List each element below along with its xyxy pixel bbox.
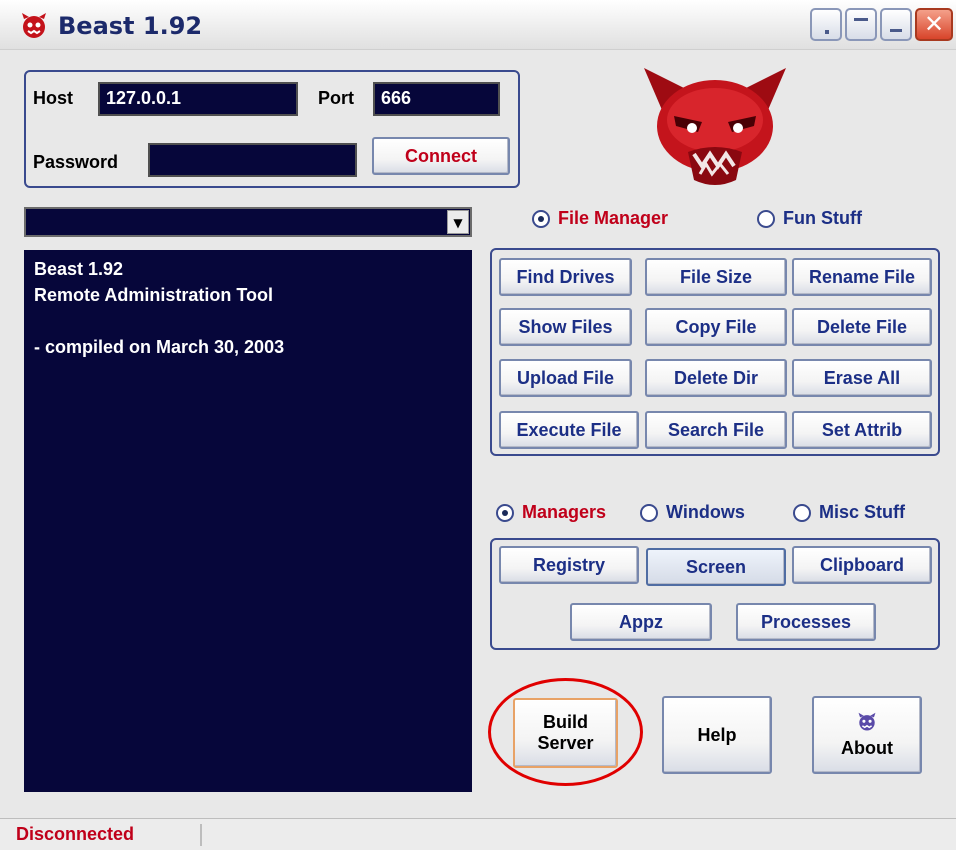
radio-misc-stuff-label: Misc Stuff <box>819 502 906 522</box>
radio-managers[interactable]: Managers <box>496 502 606 523</box>
radio-windows[interactable]: Windows <box>640 502 745 523</box>
radio-misc-stuff[interactable]: Misc Stuff <box>793 502 905 523</box>
devil-icon <box>858 712 876 731</box>
minimize-icon <box>890 29 902 32</box>
close-button[interactable]: ✕ <box>915 8 953 41</box>
radio-checked-icon <box>532 209 550 228</box>
radio-windows-label: Windows <box>666 502 745 522</box>
registry-button[interactable]: Registry <box>499 546 639 584</box>
server-select[interactable]: ▼ <box>24 207 472 237</box>
host-input[interactable]: 127.0.0.1 <box>98 82 298 116</box>
console-line: Remote Administration Tool <box>34 285 274 306</box>
console-line: - compiled on March 30, 2003 <box>34 337 285 358</box>
build-server-label-line1: Build <box>543 712 588 733</box>
processes-button[interactable]: Processes <box>736 603 876 641</box>
radio-unchecked-icon <box>793 503 811 522</box>
execute-file-button[interactable]: Execute File <box>499 411 639 449</box>
console-line: Beast 1.92 <box>34 259 124 279</box>
find-drives-button[interactable]: Find Drives <box>499 258 632 296</box>
radio-checked-icon <box>496 503 514 522</box>
port-input[interactable]: 666 <box>373 82 500 116</box>
rename-file-button[interactable]: Rename File <box>792 258 932 296</box>
rollup-icon <box>854 18 868 21</box>
appz-button[interactable]: Appz <box>570 603 712 641</box>
radio-fun-stuff-label: Fun Stuff <box>783 208 862 228</box>
close-icon: ✕ <box>923 10 945 38</box>
delete-dir-button[interactable]: Delete Dir <box>645 359 787 397</box>
rollup-button[interactable] <box>845 8 877 41</box>
radio-fun-stuff[interactable]: Fun Stuff <box>757 208 862 229</box>
about-button[interactable]: About <box>812 696 922 774</box>
beast-devil-logo <box>644 68 786 185</box>
password-input[interactable] <box>148 143 357 177</box>
help-button[interactable]: Help <box>662 696 772 774</box>
devil-app-icon <box>22 13 46 38</box>
radio-file-manager-label: File Manager <box>558 208 669 228</box>
search-file-button[interactable]: Search File <box>645 411 787 449</box>
screen-button[interactable]: Screen <box>646 548 786 586</box>
about-label: About <box>841 737 893 758</box>
beast-window: Beast 1.92 ✕ Host 127.0.0.1 Port 666 Pas… <box>0 0 956 850</box>
show-files-button[interactable]: Show Files <box>499 308 632 346</box>
connect-button[interactable]: Connect <box>372 137 510 175</box>
info-console: Beast 1.92 Remote Administration Tool - … <box>24 250 472 792</box>
upload-file-button[interactable]: Upload File <box>499 359 632 397</box>
erase-all-button[interactable]: Erase All <box>792 359 932 397</box>
file-size-button[interactable]: File Size <box>645 258 787 296</box>
clipboard-button[interactable]: Clipboard <box>792 546 932 584</box>
status-divider <box>200 824 202 846</box>
build-server-label-line2: Server <box>537 733 594 753</box>
tray-icon <box>825 30 829 34</box>
chevron-down-icon[interactable]: ▼ <box>447 210 469 234</box>
radio-file-manager[interactable]: File Manager <box>532 208 668 229</box>
radio-unchecked-icon <box>640 503 658 522</box>
port-label: Port <box>318 88 354 108</box>
radio-unchecked-icon <box>757 209 775 228</box>
password-label: Password <box>33 152 119 172</box>
radio-managers-label: Managers <box>522 502 607 522</box>
window-title: Beast 1.92 <box>58 12 203 40</box>
title-bar[interactable]: Beast 1.92 ✕ <box>0 0 956 50</box>
build-server-button[interactable]: Build Server <box>513 698 618 768</box>
delete-file-button[interactable]: Delete File <box>792 308 932 346</box>
connection-status: Disconnected <box>16 824 135 844</box>
status-bar: Disconnected <box>0 818 956 850</box>
minimize-button[interactable] <box>880 8 912 41</box>
tray-button[interactable] <box>810 8 842 41</box>
set-attrib-button[interactable]: Set Attrib <box>792 411 932 449</box>
copy-file-button[interactable]: Copy File <box>645 308 787 346</box>
host-label: Host <box>33 88 73 108</box>
